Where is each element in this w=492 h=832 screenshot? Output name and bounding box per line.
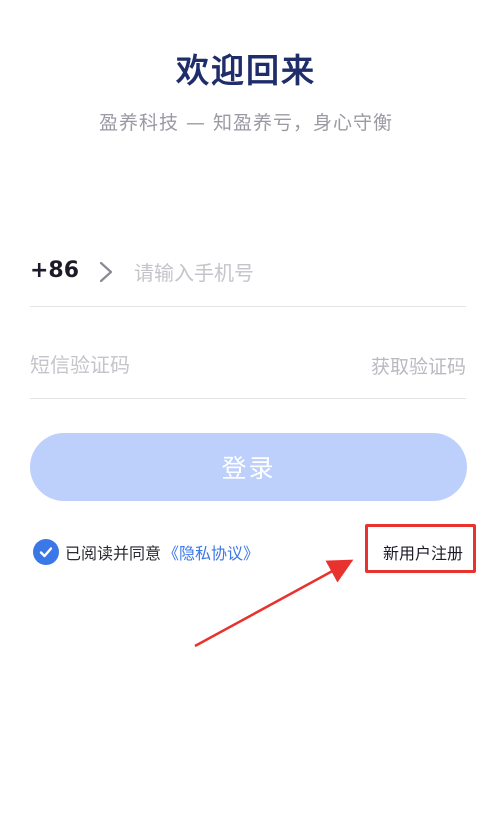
register-link[interactable]: 新用户注册	[383, 540, 463, 564]
page-subtitle: 盈养科技 — 知盈养亏，身心守衡	[98, 112, 394, 134]
phone-field-row: +86	[30, 248, 466, 307]
agreement-row: 已阅读并同意 《隐私协议》	[33, 538, 259, 566]
checkbox-checked-icon[interactable]	[33, 539, 59, 565]
get-code-button[interactable]: 获取验证码	[371, 352, 466, 379]
chevron-right-icon[interactable]	[96, 258, 116, 286]
privacy-policy-link[interactable]: 《隐私协议》	[163, 540, 259, 564]
agreement-text: 已阅读并同意	[65, 544, 162, 563]
page-title: 欢迎回来	[176, 51, 316, 90]
sms-code-row: 获取验证码	[30, 340, 466, 399]
country-code-selector[interactable]: +86	[30, 258, 79, 283]
sms-code-input[interactable]	[30, 348, 290, 382]
login-button[interactable]: 登录	[30, 433, 467, 501]
phone-input[interactable]	[134, 256, 454, 290]
